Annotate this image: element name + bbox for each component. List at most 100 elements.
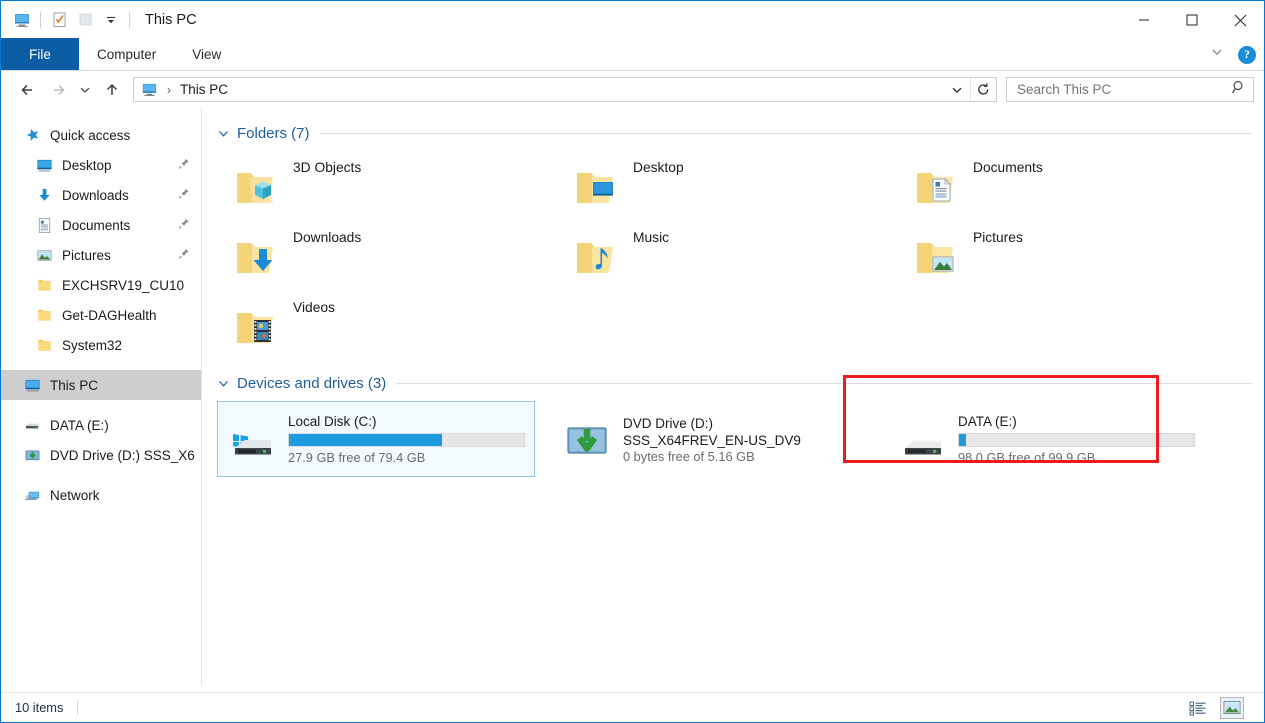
sidebar-item-quick-access[interactable]: Quick access [1, 120, 201, 150]
forward-button[interactable] [43, 75, 73, 105]
group-divider [396, 382, 1252, 384]
tab-file[interactable]: File [1, 38, 79, 70]
address-bar[interactable]: › This PC [133, 77, 997, 102]
sidebar-item-label: Quick access [50, 127, 131, 143]
folder-icon [35, 336, 54, 355]
sidebar-item-desktop[interactable]: Desktop [1, 150, 201, 180]
file-list-pane[interactable]: Folders (7) 3D Objects Desktop Documents… [202, 108, 1264, 686]
pin-icon[interactable] [178, 188, 190, 203]
drive-item-dvd-drive-d[interactable]: DVD Drive (D:) SSS_X64FREV_EN-US_DV9 0 b… [552, 401, 870, 477]
folder-label: Pictures [973, 230, 1023, 245]
new-folder-icon[interactable] [72, 7, 98, 33]
address-bar-buttons [944, 78, 996, 101]
folder-item-music[interactable]: Music [557, 222, 897, 292]
back-button[interactable] [13, 75, 43, 105]
explorer-body: Quick access Desktop Downloads Documents… [1, 108, 1264, 686]
maximize-button[interactable] [1168, 1, 1216, 39]
ribbon-tab-bar: File Computer View ? [1, 38, 1264, 71]
pin-icon[interactable] [178, 218, 190, 233]
search-icon[interactable] [1231, 79, 1247, 100]
pin-icon[interactable] [178, 158, 190, 173]
details-view-button[interactable] [1186, 697, 1210, 719]
sidebar-item-downloads[interactable]: Downloads [1, 180, 201, 210]
drive-info: DATA (E:) 98.0 GB free of 99.9 GB [958, 413, 1196, 465]
folders-group-header[interactable]: Folders (7) [217, 120, 1264, 146]
folder-item-pictures[interactable]: Pictures [897, 222, 1237, 292]
window-edge-accent [1258, 108, 1264, 686]
window-controls [1120, 1, 1264, 39]
view-mode-buttons [1186, 696, 1254, 719]
title-bar: This PC [1, 0, 1264, 38]
folders-grid: 3D Objects Desktop Documents Downloads M… [217, 152, 1237, 362]
up-button[interactable] [97, 75, 127, 105]
tab-view[interactable]: View [174, 38, 239, 70]
pin-icon[interactable] [178, 248, 190, 263]
hard-drive-icon [23, 416, 42, 435]
tab-computer[interactable]: Computer [79, 38, 174, 70]
folder-downloads-icon [231, 233, 279, 281]
folder-item-3d-objects[interactable]: 3D Objects [217, 152, 557, 222]
drive-volume-label: SSS_X64FREV_EN-US_DV9 [623, 432, 801, 448]
sidebar-item-data-e[interactable]: DATA (E:) [1, 410, 201, 440]
folder-item-documents[interactable]: Documents [897, 152, 1237, 222]
refresh-icon[interactable] [970, 78, 996, 101]
drive-item-local-disk-c[interactable]: Local Disk (C:) 27.9 GB free of 79.4 GB [217, 401, 535, 477]
help-icon[interactable]: ? [1238, 45, 1256, 64]
customize-dropdown-icon[interactable] [98, 7, 124, 33]
sidebar-item-label: EXCHSRV19_CU10 [62, 277, 185, 293]
folder-music-icon [571, 233, 619, 281]
sidebar-item-dvd-drive-d[interactable]: DVD Drive (D:) SSS_X6 [1, 440, 201, 470]
drive-info: Local Disk (C:) 27.9 GB free of 79.4 GB [288, 413, 526, 465]
sidebar-item-system32[interactable]: System32 [1, 330, 201, 360]
sidebar-item-get-daghealth[interactable]: Get-DAGHealth [1, 300, 201, 330]
ribbon-right-controls: ? [1210, 38, 1256, 71]
search-box[interactable] [1006, 77, 1254, 102]
folder-3d-objects-icon [231, 163, 279, 211]
breadcrumb[interactable]: › This PC [141, 81, 228, 98]
windows-drive-icon [228, 417, 276, 461]
folder-item-videos[interactable]: Videos [217, 292, 557, 362]
chevron-down-icon[interactable] [217, 377, 230, 390]
sidebar-item-label: Get-DAGHealth [62, 307, 157, 323]
folder-label: 3D Objects [293, 160, 362, 175]
folder-icon [35, 306, 54, 325]
folder-icon [35, 276, 54, 295]
recent-locations-button[interactable] [73, 75, 97, 105]
sidebar-item-label: DATA (E:) [50, 417, 109, 433]
status-divider [77, 700, 79, 715]
this-pc-icon[interactable] [9, 7, 35, 33]
close-button[interactable] [1216, 1, 1264, 39]
drive-item-data-e[interactable]: DATA (E:) 98.0 GB free of 99.9 GB [887, 401, 1205, 477]
desktop-icon [35, 156, 54, 175]
breadcrumb-path[interactable]: This PC [180, 82, 228, 97]
minimize-button[interactable] [1120, 1, 1168, 39]
sidebar-item-pictures[interactable]: Pictures [1, 240, 201, 270]
drives-group-title: Devices and drives (3) [237, 374, 387, 392]
sidebar-item-documents[interactable]: Documents [1, 210, 201, 240]
breadcrumb-this-pc-icon [141, 81, 158, 98]
navigation-pane: Quick access Desktop Downloads Documents… [1, 108, 202, 686]
large-icons-view-button[interactable] [1220, 696, 1244, 719]
qat-divider-2 [129, 11, 130, 28]
navigation-bar: › This PC [1, 71, 1264, 108]
folder-label: Downloads [293, 230, 362, 245]
properties-icon[interactable] [46, 7, 72, 33]
drives-group-header[interactable]: Devices and drives (3) [217, 370, 1264, 396]
chevron-down-icon[interactable] [944, 83, 970, 97]
sidebar-item-network[interactable]: Network [1, 480, 201, 510]
search-input[interactable] [1017, 82, 1231, 97]
sidebar-item-this-pc[interactable]: This PC [1, 370, 201, 400]
drive-info: DVD Drive (D:) SSS_X64FREV_EN-US_DV9 0 b… [623, 415, 861, 464]
folder-item-downloads[interactable]: Downloads [217, 222, 557, 292]
sidebar-item-label: Pictures [62, 247, 111, 263]
drive-usage-bar [958, 433, 1195, 447]
folder-item-desktop[interactable]: Desktop [557, 152, 897, 222]
star-icon [23, 126, 42, 145]
folder-documents-icon [911, 163, 959, 211]
sidebar-item-label: Network [50, 487, 100, 503]
collapse-ribbon-icon[interactable] [1210, 45, 1224, 64]
sidebar-item-exchsrv19-cu10[interactable]: EXCHSRV19_CU10 [1, 270, 201, 300]
chevron-down-icon[interactable] [217, 127, 230, 140]
